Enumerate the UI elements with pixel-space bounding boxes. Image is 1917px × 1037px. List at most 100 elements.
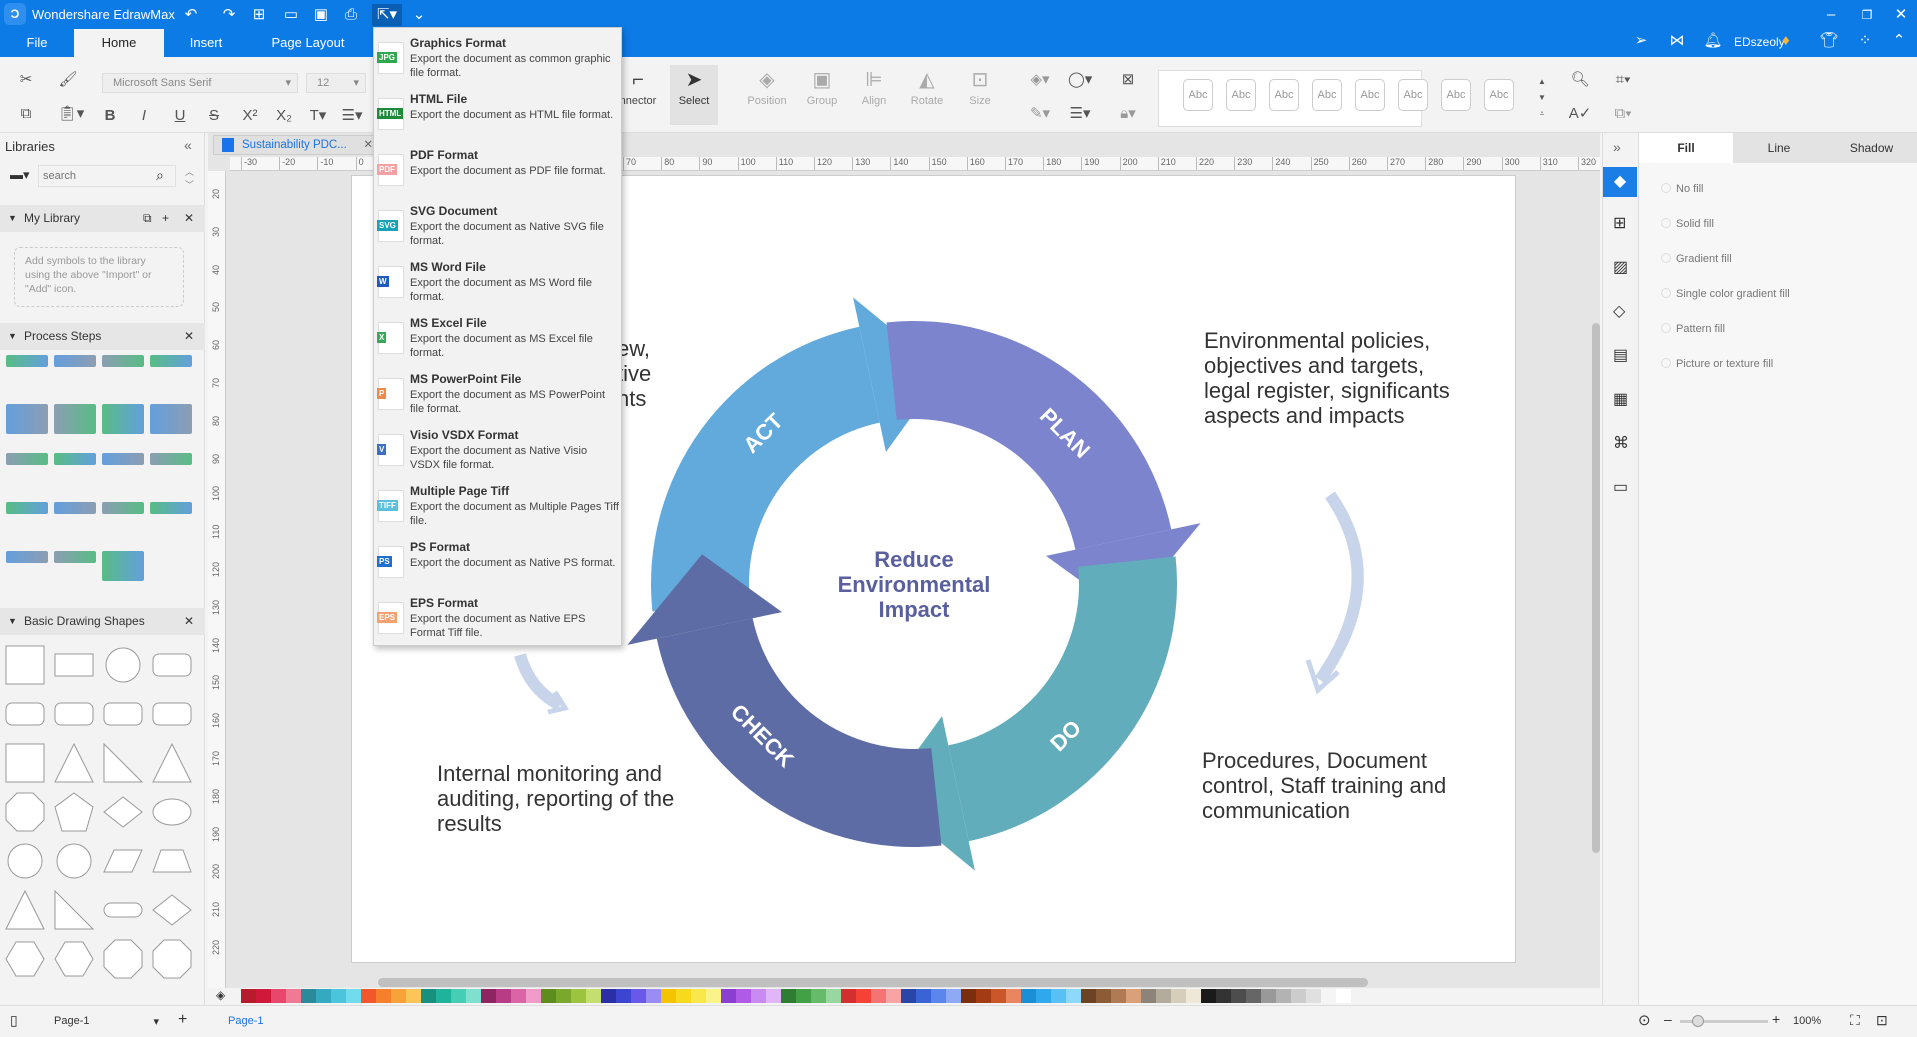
color-swatch[interactable] — [1066, 989, 1081, 1003]
page-view-icon[interactable]: ▯ — [10, 1012, 18, 1029]
color-swatch[interactable] — [796, 989, 811, 1003]
color-swatch[interactable] — [451, 989, 466, 1003]
outline-icon[interactable]: ▦ — [1613, 389, 1628, 409]
color-swatch[interactable] — [706, 989, 721, 1003]
color-swatch[interactable] — [346, 989, 361, 1003]
export-menu-item[interactable]: X MS Excel File Export the document as MS … — [374, 312, 621, 368]
color-swatch[interactable] — [721, 989, 736, 1003]
color-swatch[interactable] — [1156, 989, 1171, 1003]
color-swatch[interactable] — [766, 989, 781, 1003]
color-swatch[interactable] — [301, 989, 316, 1003]
color-swatch[interactable] — [361, 989, 376, 1003]
color-swatch[interactable] — [256, 989, 271, 1003]
color-swatch[interactable] — [571, 989, 586, 1003]
color-swatch[interactable] — [556, 989, 571, 1003]
color-swatch[interactable] — [316, 989, 331, 1003]
color-swatch[interactable] — [976, 989, 991, 1003]
curved-arrow[interactable] — [514, 653, 563, 711]
fill-panel-icon[interactable]: ◆ — [1603, 167, 1637, 197]
color-swatch[interactable] — [781, 989, 796, 1003]
color-swatch[interactable] — [436, 989, 451, 1003]
color-swatch[interactable] — [1291, 989, 1306, 1003]
color-swatch[interactable] — [511, 989, 526, 1003]
color-swatch[interactable] — [916, 989, 931, 1003]
page-select[interactable]: Page-1 ▾ — [54, 1015, 159, 1028]
grid-icon[interactable]: ⊞ — [1613, 213, 1626, 233]
color-swatch[interactable] — [991, 989, 1006, 1003]
color-swatch[interactable] — [1021, 989, 1036, 1003]
color-swatch[interactable] — [1216, 989, 1231, 1003]
color-swatch[interactable] — [331, 989, 346, 1003]
color-swatch[interactable] — [286, 989, 301, 1003]
export-menu-item[interactable]: EPS EPS Format Export the document as Nati… — [374, 592, 621, 648]
color-swatch[interactable] — [271, 989, 286, 1003]
color-swatch[interactable] — [526, 989, 541, 1003]
do-description[interactable]: Procedures, Document control, Staff trai… — [1202, 748, 1462, 823]
color-swatch[interactable] — [1126, 989, 1141, 1003]
color-swatch[interactable] — [676, 989, 691, 1003]
color-swatch[interactable] — [1051, 989, 1066, 1003]
expand-panel-icon[interactable]: » — [1613, 139, 1621, 155]
color-swatch[interactable] — [586, 989, 601, 1003]
mindmap-icon[interactable]: ⌘ — [1613, 433, 1629, 453]
color-swatch[interactable] — [646, 989, 661, 1003]
color-swatch[interactable] — [1096, 989, 1111, 1003]
color-swatch[interactable] — [961, 989, 976, 1003]
color-swatch[interactable] — [1246, 989, 1261, 1003]
color-swatch[interactable] — [1306, 989, 1321, 1003]
color-swatch[interactable] — [811, 989, 826, 1003]
color-swatch[interactable] — [481, 989, 496, 1003]
option-solid-fill[interactable]: Solid fill — [1661, 218, 1714, 230]
color-swatch[interactable] — [601, 989, 616, 1003]
color-swatch[interactable] — [901, 989, 916, 1003]
export-menu-item[interactable]: TIFF Multiple Page Tiff Export the documen… — [374, 480, 621, 536]
option-single-color-gradient-fill[interactable]: Single color gradient fill — [1661, 288, 1790, 300]
image-icon[interactable]: ▨ — [1613, 257, 1628, 277]
page-tab[interactable]: Page-1 — [228, 1015, 263, 1027]
center-title[interactable]: Reduce Environmental Impact — [814, 547, 1014, 622]
page-icon[interactable]: ▤ — [1613, 345, 1628, 365]
plan-segment[interactable] — [886, 321, 1172, 550]
zoom-out-icon[interactable]: – — [1664, 1011, 1672, 1027]
color-swatch[interactable] — [691, 989, 706, 1003]
color-swatch[interactable] — [631, 989, 646, 1003]
zoom-level[interactable]: 100% — [1793, 1015, 1821, 1027]
presentation-icon[interactable]: ▭ — [1613, 477, 1628, 497]
color-swatch[interactable] — [421, 989, 436, 1003]
color-swatch[interactable] — [241, 989, 256, 1003]
no-color-icon[interactable]: ◈ — [216, 988, 225, 1002]
color-swatch[interactable] — [931, 989, 946, 1003]
export-menu-item[interactable]: SVG SVG Document Export the document as Na… — [374, 200, 621, 256]
color-swatch[interactable] — [1036, 989, 1051, 1003]
export-menu-item[interactable]: JPG Graphics Format Export the document as… — [374, 32, 621, 88]
export-menu-item[interactable]: PS PS Format Export the document as Native… — [374, 536, 621, 592]
curved-arrow[interactable] — [1315, 491, 1364, 684]
color-swatch[interactable] — [616, 989, 631, 1003]
export-menu-item[interactable]: W MS Word File Export the document as MS W… — [374, 256, 621, 312]
color-swatch[interactable] — [1321, 989, 1336, 1003]
layers-icon[interactable]: ◇ — [1613, 301, 1625, 321]
color-swatch[interactable] — [736, 989, 751, 1003]
color-swatch[interactable] — [871, 989, 886, 1003]
color-swatch[interactable] — [1336, 989, 1351, 1003]
color-swatch[interactable] — [1201, 989, 1216, 1003]
color-swatch[interactable] — [1171, 989, 1186, 1003]
plan-description[interactable]: Environmental policies, objectives and t… — [1204, 328, 1474, 428]
color-swatch[interactable] — [1186, 989, 1201, 1003]
fullscreen-icon[interactable]: ⊡ — [1876, 1012, 1888, 1029]
color-swatch[interactable] — [841, 989, 856, 1003]
option-gradient-fill[interactable]: Gradient fill — [1661, 253, 1732, 265]
color-swatch[interactable] — [391, 989, 406, 1003]
color-swatch[interactable] — [1141, 989, 1156, 1003]
color-swatch[interactable] — [466, 989, 481, 1003]
color-swatch[interactable] — [751, 989, 766, 1003]
color-swatch[interactable] — [541, 989, 556, 1003]
zoom-in-icon[interactable]: + — [1772, 1011, 1780, 1027]
check-description[interactable]: Internal monitoring and auditing, report… — [437, 761, 727, 836]
color-swatch[interactable] — [1276, 989, 1291, 1003]
color-swatch[interactable] — [946, 989, 961, 1003]
color-swatch[interactable] — [406, 989, 421, 1003]
color-swatch[interactable] — [1261, 989, 1276, 1003]
option-pattern-fill[interactable]: Pattern fill — [1661, 323, 1725, 335]
tab-shadow[interactable]: Shadow — [1825, 133, 1917, 163]
